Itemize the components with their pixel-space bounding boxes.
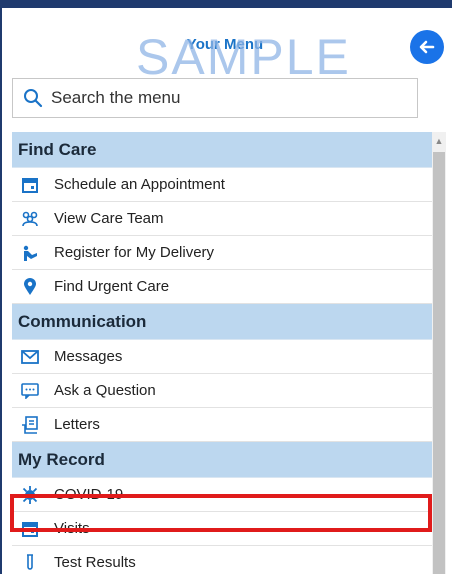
test-tube-icon [20, 553, 40, 573]
location-pin-icon [20, 277, 40, 297]
search-box[interactable] [12, 78, 418, 118]
menu-item-visits[interactable]: Visits [12, 512, 432, 546]
menu-title: Your Menu [186, 36, 264, 53]
menu-item-label: Schedule an Appointment [54, 176, 225, 193]
menu-item-ask-question[interactable]: Ask a Question [12, 374, 432, 408]
letter-icon [20, 415, 40, 435]
section-my-record: My Record [12, 442, 432, 478]
back-button[interactable] [410, 30, 444, 64]
envelope-icon [20, 347, 40, 367]
menu-item-find-urgent-care[interactable]: Find Urgent Care [12, 270, 432, 304]
menu-item-register-delivery[interactable]: Register for My Delivery [12, 236, 432, 270]
menu-item-covid-19[interactable]: COVID-19 [12, 478, 432, 512]
scrollbar-thumb[interactable] [433, 152, 445, 574]
menu-item-schedule-appointment[interactable]: Schedule an Appointment [12, 168, 432, 202]
virus-icon [20, 485, 40, 505]
calendar-icon [20, 519, 40, 539]
scrollbar[interactable]: ▲ [432, 132, 446, 574]
menu-item-label: Test Results [54, 554, 136, 571]
menu-panel: Your Menu SAMPLE Find Care Schedule an A… [0, 0, 452, 574]
menu-list: Find Care Schedule an Appointment View C… [12, 132, 432, 574]
menu-item-test-results[interactable]: Test Results [12, 546, 432, 574]
chat-bubble-icon [20, 381, 40, 401]
section-find-care: Find Care [12, 132, 432, 168]
menu-item-label: Register for My Delivery [54, 244, 215, 261]
delivery-icon [20, 243, 40, 263]
menu-item-label: Find Urgent Care [54, 278, 170, 295]
care-team-icon [20, 209, 40, 229]
calendar-icon [20, 175, 40, 195]
menu-item-label: View Care Team [54, 210, 164, 227]
section-communication: Communication [12, 304, 432, 340]
menu-item-label: Ask a Question [54, 382, 156, 399]
menu-item-messages[interactable]: Messages [12, 340, 432, 374]
menu-item-label: Letters [54, 416, 100, 433]
scroll-up-arrow-icon[interactable]: ▲ [432, 134, 446, 148]
menu-item-label: Visits [54, 520, 90, 537]
arrow-left-icon [419, 40, 435, 54]
menu-item-label: Messages [54, 348, 123, 365]
search-input[interactable] [49, 87, 413, 109]
menu-item-label: COVID-19 [54, 486, 124, 503]
menu-item-letters[interactable]: Letters [12, 408, 432, 442]
menu-item-view-care-team[interactable]: View Care Team [12, 202, 432, 236]
search-icon [24, 89, 43, 108]
